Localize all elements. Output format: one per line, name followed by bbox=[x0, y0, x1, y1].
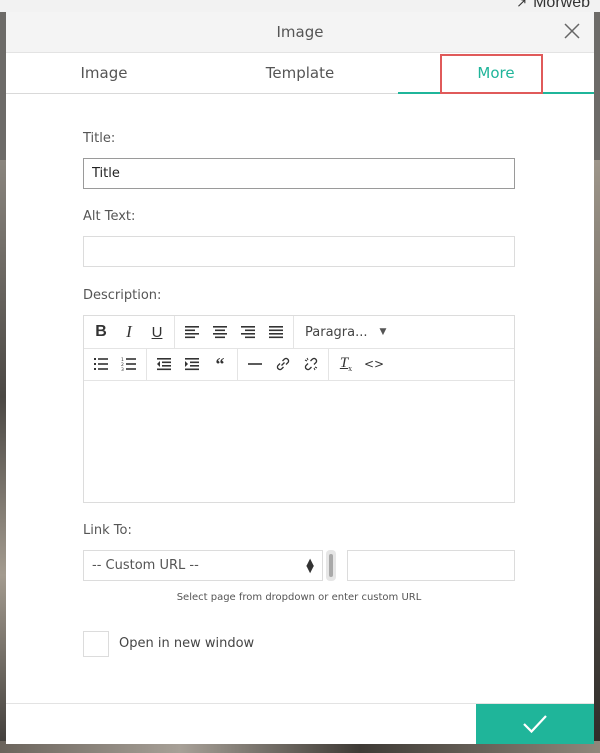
numbered-list-icon: 123 bbox=[121, 357, 136, 371]
checkmark-icon bbox=[523, 715, 547, 734]
modal-tabs: Image Template More bbox=[6, 53, 594, 94]
select-arrows-icon: ▲ ▼ bbox=[306, 556, 314, 575]
alignment-group bbox=[175, 316, 294, 348]
link-hint-text: Select page from dropdown or enter custo… bbox=[176, 592, 422, 603]
paragraph-format-value: Paragra... bbox=[305, 324, 368, 340]
clear-format-button[interactable]: Tx bbox=[332, 350, 360, 378]
caret-down-icon: ▼ bbox=[379, 327, 387, 337]
open-new-window-checkbox[interactable] bbox=[83, 631, 109, 657]
italic-button[interactable]: I bbox=[115, 318, 143, 346]
description-text-area[interactable] bbox=[84, 381, 514, 502]
underline-icon: U bbox=[151, 323, 163, 341]
indent-button[interactable] bbox=[178, 350, 206, 378]
align-right-button[interactable] bbox=[234, 318, 262, 346]
editor-toolbar-row-1: B I U Paragra... ▼ bbox=[84, 316, 514, 349]
bullet-list-icon bbox=[94, 358, 108, 370]
title-label: Title: bbox=[83, 131, 116, 146]
align-justify-button[interactable] bbox=[262, 318, 290, 346]
unlink-button[interactable] bbox=[297, 350, 325, 378]
background-site-link[interactable]: ↗ Morweb bbox=[516, 0, 590, 12]
tab-template[interactable]: Template bbox=[202, 53, 398, 93]
tab-more[interactable]: More bbox=[398, 53, 594, 94]
bold-icon: B bbox=[95, 323, 107, 340]
link-button[interactable] bbox=[269, 350, 297, 378]
modal-header: Image bbox=[6, 12, 594, 53]
background-image-right bbox=[594, 160, 600, 753]
outdent-icon bbox=[157, 358, 171, 371]
insert-group bbox=[238, 348, 329, 380]
link-to-select-value: -- Custom URL -- bbox=[92, 558, 199, 573]
align-center-icon bbox=[213, 326, 227, 339]
link-icon bbox=[276, 357, 290, 371]
link-to-label: Link To: bbox=[83, 523, 132, 538]
alt-text-field[interactable] bbox=[83, 236, 515, 267]
text-style-group: B I U bbox=[84, 316, 175, 348]
format-group: Paragra... ▼ bbox=[294, 316, 397, 348]
italic-icon: I bbox=[126, 322, 132, 341]
blockquote-icon: “ bbox=[215, 353, 225, 374]
svg-text:3: 3 bbox=[121, 367, 124, 371]
align-center-button[interactable] bbox=[206, 318, 234, 346]
confirm-button[interactable] bbox=[476, 704, 594, 744]
indent-group: “ bbox=[147, 348, 238, 380]
list-group: 123 bbox=[84, 348, 147, 380]
align-left-button[interactable] bbox=[178, 318, 206, 346]
unlink-icon bbox=[304, 357, 318, 371]
site-link-label: Morweb bbox=[533, 0, 590, 11]
editor-toolbar-row-2: 123 “ Tx <> bbox=[84, 348, 514, 381]
modal-footer bbox=[6, 703, 594, 744]
custom-url-field[interactable] bbox=[347, 550, 515, 581]
underline-button[interactable]: U bbox=[143, 318, 171, 346]
indent-icon bbox=[185, 358, 199, 371]
clear-format-icon: Tx bbox=[339, 355, 353, 373]
align-justify-icon bbox=[269, 326, 283, 339]
misc-group: Tx <> bbox=[329, 348, 391, 380]
description-label: Description: bbox=[83, 288, 162, 303]
paragraph-format-select[interactable]: Paragra... ▼ bbox=[297, 318, 394, 346]
bullet-list-button[interactable] bbox=[87, 350, 115, 378]
numbered-list-button[interactable]: 123 bbox=[115, 350, 143, 378]
close-button[interactable] bbox=[562, 21, 582, 41]
horizontal-rule-button[interactable] bbox=[241, 350, 269, 378]
open-new-window-label[interactable]: Open in new window bbox=[119, 636, 254, 651]
select-scroll-handle[interactable] bbox=[326, 550, 336, 581]
horizontal-rule-icon bbox=[248, 363, 262, 365]
description-editor: B I U Paragra... ▼ 1 2 3 “ Tx <> bbox=[83, 315, 515, 503]
bold-button[interactable]: B bbox=[87, 318, 115, 346]
blockquote-button[interactable]: “ bbox=[206, 350, 234, 378]
align-right-icon bbox=[241, 326, 255, 339]
align-left-icon bbox=[185, 326, 199, 339]
image-modal: Image Image Template More Title: Alt Tex… bbox=[6, 12, 594, 744]
outdent-button[interactable] bbox=[150, 350, 178, 378]
external-link-icon: ↗ bbox=[516, 0, 528, 10]
link-to-select[interactable]: -- Custom URL -- ▲ ▼ bbox=[83, 550, 323, 581]
close-icon bbox=[564, 23, 580, 39]
modal-title: Image bbox=[276, 23, 324, 41]
source-code-icon: <> bbox=[363, 357, 385, 371]
source-code-button[interactable]: <> bbox=[360, 350, 388, 378]
tab-image[interactable]: Image bbox=[6, 53, 202, 93]
alt-text-label: Alt Text: bbox=[83, 209, 136, 224]
title-field[interactable] bbox=[83, 158, 515, 189]
